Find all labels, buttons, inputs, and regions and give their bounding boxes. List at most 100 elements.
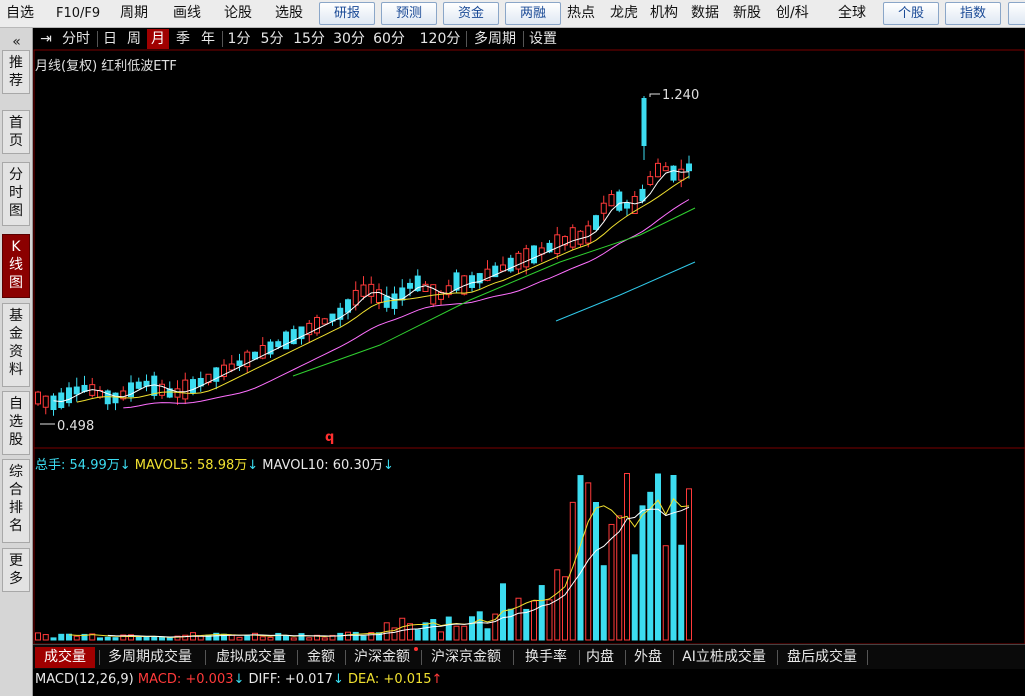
sidebar-item-ranking[interactable]: 综合排名 — [2, 459, 30, 543]
menu-drawing[interactable]: 画线 — [173, 0, 201, 27]
volume-bar — [321, 637, 328, 641]
tab-volume[interactable]: 成交量 — [35, 647, 95, 668]
tab-turnover[interactable]: 换手率 — [517, 647, 575, 668]
tab-year[interactable]: 年 — [197, 29, 219, 49]
menu-dragon-tiger[interactable]: 龙虎 — [610, 0, 638, 27]
menu-f10[interactable]: F10/F9 — [56, 0, 100, 27]
tab-divider — [513, 650, 514, 665]
volume-bar — [647, 491, 654, 641]
volume-bar — [399, 617, 406, 641]
tab-120min[interactable]: 120分 — [417, 29, 463, 49]
chart-canvas[interactable]: 1.240 0.498 q — [0, 0, 1025, 696]
sidebar-item-timeshare[interactable]: 分时图 — [2, 162, 30, 226]
volume-bar — [686, 488, 692, 641]
menu-data[interactable]: 数据 — [691, 0, 719, 27]
sidebar-item-char: 多 — [9, 571, 23, 587]
volume-bar — [469, 616, 475, 641]
tab-inner-volume[interactable]: 内盘 — [581, 647, 619, 668]
tab-sh-sz-amount[interactable]: 沪深金额 — [349, 647, 415, 668]
candle-body — [469, 275, 475, 288]
sidebar-item-char: 综 — [9, 464, 23, 480]
menu-watchlist[interactable]: 自选 — [6, 0, 34, 27]
sidebar-item-char: 排 — [9, 500, 23, 516]
menu-institutions[interactable]: 机构 — [650, 0, 678, 27]
menu-stock-picker[interactable]: 选股 — [275, 0, 303, 27]
tab-month[interactable]: 月 — [147, 29, 169, 49]
volume-bar — [585, 482, 592, 641]
tab-divider — [99, 650, 100, 665]
menu-hotspots[interactable]: 热点 — [567, 0, 595, 27]
diff-value: +0.017 — [284, 672, 333, 687]
macd-legend: MACD(12,26,9) MACD: +0.003↓ DIFF: +0.017… — [35, 672, 442, 687]
button-margin[interactable]: 两融 — [505, 2, 561, 25]
sidebar-item-recommend[interactable]: 推荐 — [2, 50, 30, 94]
tab-ai-pile-volume[interactable]: AI立桩成交量 — [677, 647, 771, 668]
tab-60min[interactable]: 60分 — [371, 29, 407, 49]
sidebar-item-char: 自 — [9, 396, 23, 412]
tab-quarter[interactable]: 季 — [172, 29, 194, 49]
menu-forum[interactable]: 论股 — [224, 0, 252, 27]
tab-settings[interactable]: 设置 — [526, 29, 560, 49]
sidebar-item-char: 分 — [9, 167, 23, 183]
candle-body — [228, 363, 235, 371]
sidebar-item-char: 荐 — [9, 73, 23, 89]
tab-divider — [673, 650, 674, 665]
menu-star-market[interactable]: 创/科 — [776, 0, 809, 27]
high-price-label: 1.240 — [662, 88, 699, 103]
dea-value: +0.015 — [383, 672, 432, 687]
sidebar-item-char: 股 — [9, 432, 23, 448]
tab-timeshare[interactable]: 分时 — [57, 29, 95, 49]
button-forecast[interactable]: 预测 — [381, 2, 437, 25]
tab-week[interactable]: 周 — [123, 29, 145, 49]
volume-bar — [112, 637, 119, 641]
sidebar-item-watchlist[interactable]: 自选股 — [2, 391, 30, 455]
tab-5min[interactable]: 5分 — [257, 29, 287, 49]
sidebar-item-kline[interactable]: K线图 — [2, 234, 30, 298]
menu-period[interactable]: 周期 — [120, 0, 148, 27]
candle-body — [73, 386, 80, 395]
candle-body — [438, 291, 444, 300]
sidebar-item-fund-info[interactable]: 基金资料 — [2, 303, 30, 387]
tab-day[interactable]: 日 — [99, 29, 121, 49]
candle-body — [360, 284, 367, 297]
button-index[interactable]: 指数 — [945, 2, 1001, 25]
candle-body-high — [641, 98, 647, 146]
tab-after-hours-volume[interactable]: 盘后成交量 — [781, 647, 863, 668]
button-single-stock[interactable]: 个股 — [883, 2, 939, 25]
volume-bar — [337, 632, 344, 641]
candle-body — [42, 395, 49, 408]
left-sidebar: « 推荐 首页 分时图 K线图 基金资料 自选股 综合排名 更多 — [0, 28, 33, 696]
tab-outer-volume[interactable]: 外盘 — [629, 647, 667, 668]
sidebar-item-char: 选 — [9, 414, 23, 430]
tab-multi-period-volume[interactable]: 多周期成交量 — [101, 647, 199, 668]
mavol5-label: MAVOL5: — [134, 458, 193, 473]
volume-bar — [58, 633, 65, 641]
tab-30min[interactable]: 30分 — [331, 29, 367, 49]
candle-body — [600, 202, 607, 214]
button-research[interactable]: 研报 — [319, 2, 375, 25]
button-capital[interactable]: 资金 — [443, 2, 499, 25]
menu-global[interactable]: 全球 — [838, 0, 866, 27]
tab-15min[interactable]: 15分 — [291, 29, 327, 49]
volume-bar — [236, 636, 243, 641]
sidebar-item-home[interactable]: 首页 — [2, 110, 30, 154]
ma60-line — [555, 261, 696, 322]
period-collapse-icon[interactable]: ⇥ — [37, 29, 55, 49]
candle-body — [608, 194, 615, 207]
diff-label: DIFF: — [248, 672, 281, 687]
tab-virtual-volume[interactable]: 虚拟成交量 — [209, 647, 293, 668]
tab-sh-sz-bj-amount[interactable]: 沪深京金额 — [425, 647, 507, 668]
volume-bar — [283, 635, 289, 641]
volume-bar — [608, 523, 615, 641]
volume-bar — [298, 633, 305, 641]
sidebar-item-more[interactable]: 更多 — [2, 548, 30, 592]
candle-body — [352, 289, 359, 306]
volume-total-label: 总手: — [35, 458, 66, 473]
tab-amount[interactable]: 金额 — [301, 647, 341, 668]
tab-1min[interactable]: 1分 — [224, 29, 254, 49]
tab-multi-period[interactable]: 多周期 — [469, 29, 521, 49]
volume-bar — [445, 616, 452, 641]
sidebar-collapse-icon[interactable]: « — [0, 34, 33, 50]
button-more-right[interactable] — [1008, 2, 1025, 25]
menu-new-stocks[interactable]: 新股 — [733, 0, 761, 27]
